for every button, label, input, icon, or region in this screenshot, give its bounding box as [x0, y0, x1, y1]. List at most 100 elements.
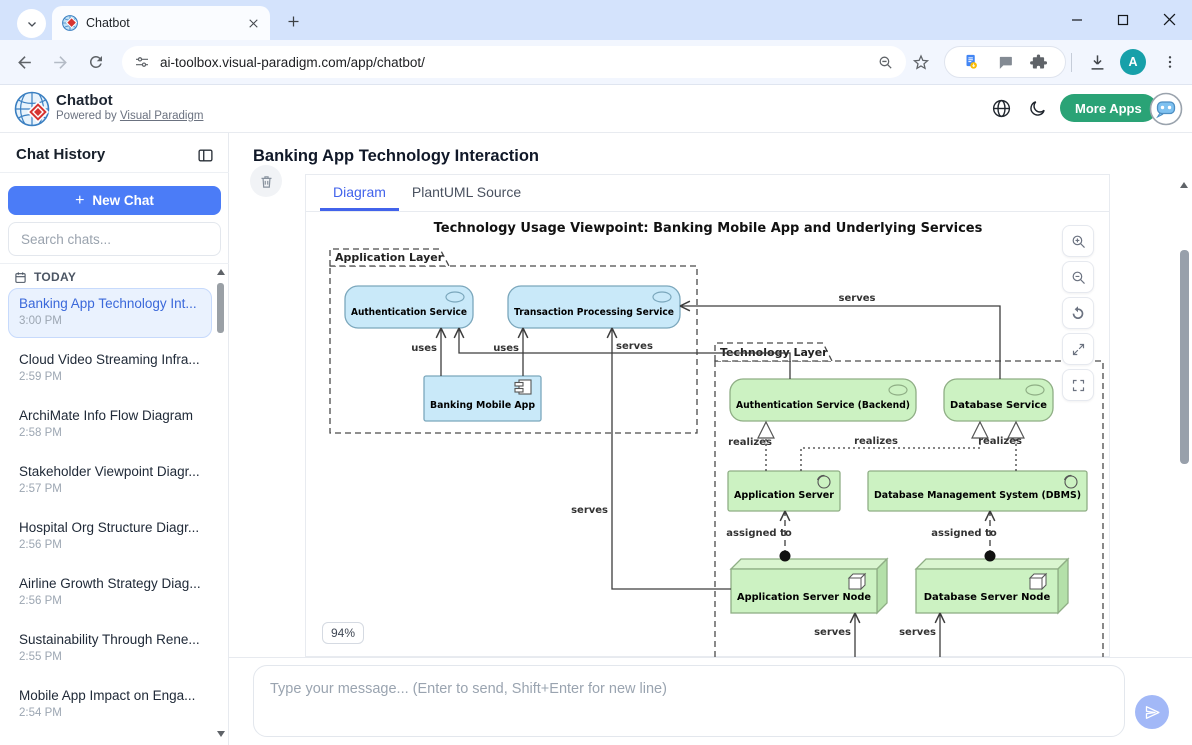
diagram-title: Technology Usage Viewpoint: Banking Mobi… [434, 221, 983, 236]
visual-paradigm-link[interactable]: Visual Paradigm [120, 110, 204, 122]
edge-serves: serves [899, 613, 945, 657]
zoom-in-button[interactable] [1062, 225, 1094, 257]
close-icon [1163, 13, 1176, 26]
svg-text:serves: serves [571, 505, 608, 516]
svg-text:Application Layer: Application Layer [335, 251, 444, 264]
chat-history-item[interactable]: Sustainability Through Rene... 2:55 PM [8, 624, 212, 674]
search-input[interactable] [8, 222, 221, 256]
avatar-initial: A [1128, 55, 1137, 69]
scrollbar-thumb[interactable] [1180, 250, 1189, 464]
fullscreen-icon [1071, 378, 1086, 393]
browser-tab[interactable]: Chatbot [52, 6, 270, 40]
svg-text:realizes: realizes [854, 436, 898, 447]
svg-text:Banking Mobile App: Banking Mobile App [430, 400, 535, 411]
browser-toolbar: ai-toolbox.visual-paradigm.com/app/chatb… [0, 40, 1192, 85]
profile-avatar[interactable]: A [1120, 49, 1146, 75]
tab-favicon [62, 15, 78, 31]
dark-mode-moon-icon[interactable] [1026, 97, 1049, 120]
edge-uses: uses [411, 328, 446, 376]
url-text: ai-toolbox.visual-paradigm.com/app/chatb… [160, 55, 867, 70]
chat-item-title: Mobile App Impact on Enga... [19, 688, 201, 703]
sidebar-scrollbar[interactable] [215, 263, 227, 745]
chat-history-item[interactable]: ArchiMate Info Flow Diagram 2:58 PM [8, 400, 212, 450]
collapse-sidebar-icon[interactable] [196, 146, 214, 164]
plus-icon [286, 14, 301, 29]
chat-history-item[interactable]: Stakeholder Viewpoint Diagr... 2:57 PM [8, 456, 212, 506]
edge-assigned-to: assigned to [726, 511, 792, 562]
new-tab-button[interactable] [282, 10, 304, 32]
chat-history-item[interactable]: Hospital Org Structure Diagr... 2:56 PM [8, 512, 212, 562]
window-maximize-button[interactable] [1103, 1, 1143, 38]
tab-plantuml-source[interactable]: PlantUML Source [399, 175, 534, 211]
diagram-zoom-controls [1062, 225, 1094, 405]
assistant-message-card: Diagram PlantUML Source Technology Usage… [305, 174, 1110, 657]
chat-history-item[interactable]: Banking App Technology Int... 3:00 PM [8, 288, 212, 338]
chat-item-title: ArchiMate Info Flow Diagram [19, 408, 201, 423]
message-input[interactable] [253, 665, 1125, 737]
svg-text:serves: serves [616, 341, 653, 352]
chat-history-item[interactable]: Mobile App Impact on Enga... 2:54 PM [8, 680, 212, 730]
svg-text:uses: uses [411, 343, 437, 354]
svg-text:realizes: realizes [728, 437, 772, 448]
back-icon [15, 53, 34, 72]
downloads-icon[interactable] [1081, 46, 1113, 78]
tab-search-chevron-button[interactable] [17, 9, 46, 38]
chat-history-item[interactable]: Cloud Video Streaming Infra... 2:59 PM [8, 344, 212, 394]
address-bar[interactable]: ai-toolbox.visual-paradigm.com/app/chatb… [122, 46, 906, 78]
main-scrollbar[interactable] [1178, 174, 1191, 657]
scroll-up-arrow[interactable] [217, 269, 225, 275]
chat-item-time: 3:00 PM [19, 315, 201, 327]
reload-button[interactable] [80, 46, 112, 78]
tab-title: Chatbot [86, 16, 239, 30]
chat-item-title: Sustainability Through Rene... [19, 632, 201, 647]
node-transaction-processing-service: Transaction Processing Service [508, 286, 680, 328]
window-minimize-button[interactable] [1057, 1, 1097, 38]
svg-text:serves: serves [839, 293, 876, 304]
bot-chat-icon[interactable] [1148, 91, 1184, 127]
edge-serves: serves [680, 293, 1000, 379]
send-button[interactable] [1135, 695, 1169, 729]
extensions-puzzle-icon[interactable] [1030, 53, 1048, 71]
tab-close-icon[interactable] [247, 17, 260, 30]
svg-text:Application Server Node: Application Server Node [737, 592, 871, 603]
chat-item-title: Banking App Technology Int... [19, 296, 201, 311]
chat-extension-icon[interactable] [997, 54, 1014, 71]
tab-diagram[interactable]: Diagram [320, 175, 399, 211]
reload-icon [87, 53, 105, 71]
bookmark-star-icon[interactable] [905, 46, 937, 78]
chat-item-title: Hospital Org Structure Diagr... [19, 520, 201, 535]
edge-serves: serves [454, 328, 790, 379]
zoom-indicator-icon[interactable] [877, 54, 894, 71]
forward-button[interactable] [44, 46, 76, 78]
scroll-down-arrow[interactable] [217, 731, 225, 737]
delete-chat-button[interactable] [250, 165, 282, 197]
browser-menu-kebab-icon[interactable] [1154, 46, 1186, 78]
expand-button[interactable] [1062, 333, 1094, 365]
more-apps-button[interactable]: More Apps [1060, 94, 1157, 122]
chat-item-title: Cloud Video Streaming Infra... [19, 352, 201, 367]
sidebar-title: Chat History [16, 146, 105, 163]
chat-history-item[interactable]: Airline Growth Strategy Diag... 2:56 PM [8, 568, 212, 618]
node-database-server-node: Database Server Node [916, 559, 1068, 613]
scroll-up-arrow[interactable] [1180, 182, 1188, 188]
browser-window: Chatbot ai-toolbox.visual [0, 0, 1192, 745]
zoom-in-icon [1070, 233, 1087, 250]
window-close-button[interactable] [1149, 1, 1189, 38]
svg-text:assigned to: assigned to [726, 528, 792, 539]
scrollbar-thumb[interactable] [217, 283, 224, 333]
docs-extension-icon[interactable] [962, 53, 980, 71]
today-section-header: TODAY [14, 270, 76, 284]
page-title: Banking App Technology Interaction [253, 147, 539, 166]
language-globe-icon[interactable] [990, 97, 1013, 120]
site-settings-icon [134, 54, 150, 70]
chat-item-title: Stakeholder Viewpoint Diagr... [19, 464, 201, 479]
reset-view-button[interactable] [1062, 297, 1094, 329]
svg-text:assigned to: assigned to [931, 528, 997, 539]
svg-text:Transaction Processing Service: Transaction Processing Service [514, 307, 674, 318]
diagram-canvas[interactable]: Technology Usage Viewpoint: Banking Mobi… [306, 212, 1109, 657]
back-button[interactable] [8, 46, 40, 78]
divider [0, 263, 229, 264]
fullscreen-button[interactable] [1062, 369, 1094, 401]
new-chat-button[interactable]: + New Chat [8, 186, 221, 215]
zoom-out-button[interactable] [1062, 261, 1094, 293]
